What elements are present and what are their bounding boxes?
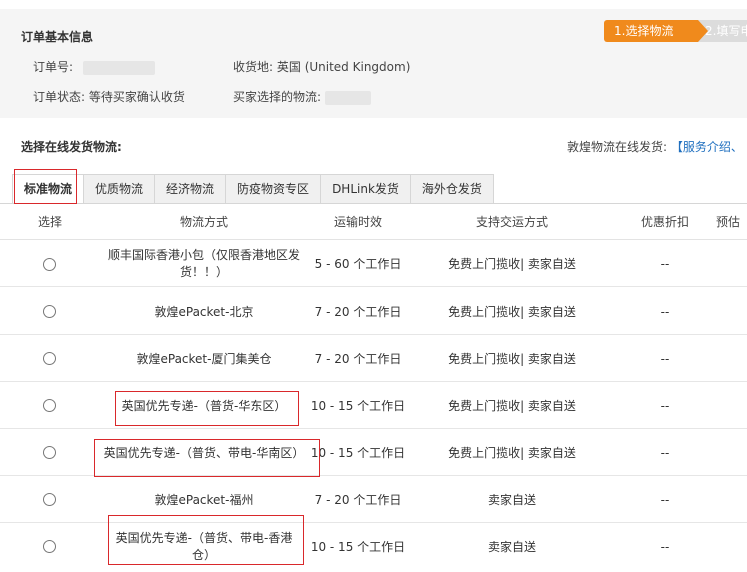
row-radio[interactable] bbox=[43, 258, 56, 271]
table-row: 敦煌ePacket-北京 7 - 20 个工作日 免费上门揽收| 卖家自送 -- bbox=[0, 288, 747, 335]
highlight-box-row-4 bbox=[115, 391, 299, 426]
order-number-label: 订单号: bbox=[33, 60, 74, 74]
row-discount: -- bbox=[660, 257, 670, 271]
row-ways: 免费上门揽收| 卖家自送 bbox=[448, 352, 576, 366]
row-ways: 免费上门揽收| 卖家自送 bbox=[448, 257, 576, 271]
table-row: 英国优先专递-（普货-华东区） 10 - 15 个工作日 免费上门揽收| 卖家自… bbox=[0, 382, 747, 429]
row-radio[interactable] bbox=[43, 540, 56, 553]
buyer-logistics-label: 买家选择的物流: bbox=[233, 90, 322, 104]
logistics-tabs: 标准物流 优质物流 经济物流 防疫物资专区 DHLink发货 海外仓发货 bbox=[12, 174, 494, 204]
table-header: 选择 物流方式 运输时效 支持交运方式 优惠折扣 预估 bbox=[0, 204, 747, 240]
row-ways: 卖家自送 bbox=[487, 493, 536, 507]
row-method: 敦煌ePacket-北京 bbox=[154, 305, 254, 319]
row-ways: 免费上门揽收| 卖家自送 bbox=[448, 446, 576, 460]
tab-overseas-warehouse[interactable]: 海外仓发货 bbox=[409, 174, 494, 204]
row-method: 敦煌ePacket-福州 bbox=[154, 493, 254, 507]
order-status-label: 订单状态: bbox=[33, 90, 86, 104]
tab-epidemic-supplies[interactable]: 防疫物资专区 bbox=[225, 174, 322, 204]
order-status-value: 等待买家确认收货 bbox=[88, 90, 185, 104]
online-shipping-note: 敦煌物流在线发货: 【服务介绍、 bbox=[567, 138, 743, 155]
col-header-select: 选择 bbox=[37, 215, 62, 229]
row-radio[interactable] bbox=[43, 352, 56, 365]
row-method: 敦煌ePacket-厦门集美仓 bbox=[136, 352, 272, 366]
highlight-box-row-5 bbox=[94, 439, 320, 477]
col-header-ways: 支持交运方式 bbox=[475, 215, 548, 229]
col-header-discount: 优惠折扣 bbox=[640, 215, 689, 229]
table-row: 敦煌ePacket-厦门集美仓 7 - 20 个工作日 免费上门揽收| 卖家自送… bbox=[0, 335, 747, 382]
tab-economy[interactable]: 经济物流 bbox=[154, 174, 227, 204]
col-header-method: 物流方式 bbox=[179, 215, 228, 229]
online-shipping-label: 敦煌物流在线发货: bbox=[567, 140, 668, 154]
order-number-redacted bbox=[82, 60, 155, 75]
table-row: 顺丰国际香港小包（仅限香港地区发货！！） 5 - 60 个工作日 免费上门揽收|… bbox=[0, 240, 747, 287]
ship-to-field: 收货地: 英国 (United Kingdom) bbox=[233, 58, 410, 75]
row-ways: 免费上门揽收| 卖家自送 bbox=[448, 305, 576, 319]
row-discount: -- bbox=[660, 493, 670, 507]
section-title: 选择在线发货物流: bbox=[21, 140, 122, 154]
row-ways: 免费上门揽收| 卖家自送 bbox=[448, 399, 576, 413]
step-arrow-icon bbox=[698, 20, 708, 42]
row-method: 顺丰国际香港小包（仅限香港地区发货！！） bbox=[107, 248, 300, 279]
row-discount: -- bbox=[660, 352, 670, 366]
highlight-box-active-tab bbox=[14, 169, 77, 204]
buyer-logistics-field: 买家选择的物流: bbox=[233, 88, 371, 105]
row-radio[interactable] bbox=[43, 399, 56, 412]
buyer-logistics-redacted bbox=[324, 90, 371, 105]
row-time: 10 - 15 个工作日 bbox=[310, 540, 406, 554]
tab-dhlink[interactable]: DHLink发货 bbox=[320, 174, 411, 204]
row-discount: -- bbox=[660, 399, 670, 413]
service-intro-link[interactable]: 【服务介绍、 bbox=[671, 140, 743, 154]
row-ways: 卖家自送 bbox=[487, 540, 536, 554]
col-header-estimate: 预估 bbox=[716, 215, 741, 229]
row-discount: -- bbox=[660, 446, 670, 460]
highlight-box-row-7 bbox=[108, 515, 304, 565]
tab-premium[interactable]: 优质物流 bbox=[83, 174, 156, 204]
step-1-current: 1.选择物流 bbox=[604, 20, 698, 42]
row-radio[interactable] bbox=[43, 493, 56, 506]
row-discount: -- bbox=[660, 305, 670, 319]
row-discount: -- bbox=[660, 540, 670, 554]
order-status-field: 订单状态: 等待买家确认收货 bbox=[33, 88, 185, 105]
row-time: 7 - 20 个工作日 bbox=[314, 352, 402, 366]
ship-to-value: 英国 (United Kingdom) bbox=[276, 60, 411, 74]
order-info-title: 订单基本信息 bbox=[21, 30, 94, 44]
ship-to-label: 收货地: bbox=[233, 60, 274, 74]
row-radio[interactable] bbox=[43, 305, 56, 318]
row-radio[interactable] bbox=[43, 446, 56, 459]
row-time: 10 - 15 个工作日 bbox=[310, 399, 406, 413]
row-time: 7 - 20 个工作日 bbox=[314, 493, 402, 507]
order-number-field: 订单号: bbox=[33, 58, 155, 75]
row-time: 7 - 20 个工作日 bbox=[314, 305, 402, 319]
row-time: 5 - 60 个工作日 bbox=[314, 257, 402, 271]
col-header-time: 运输时效 bbox=[333, 215, 382, 229]
